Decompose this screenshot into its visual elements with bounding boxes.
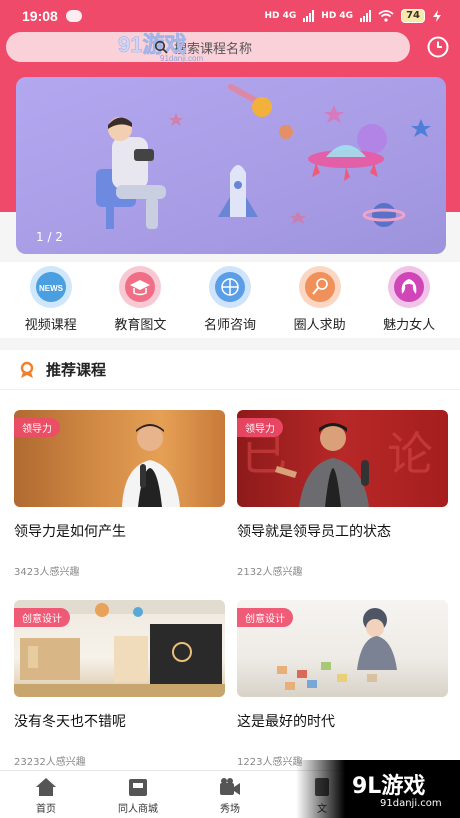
course-card[interactable]: 领导力 领导力是如何产生 3423人感兴趣 bbox=[14, 410, 225, 578]
wechat-notification-icon bbox=[65, 10, 82, 22]
search-input[interactable]: 91游戏 91danji.com 搜索课程名称 bbox=[6, 32, 410, 63]
wifi-icon bbox=[378, 10, 394, 22]
nav-item-circle-help[interactable]: 圈人求助 bbox=[279, 266, 361, 338]
nav-item-education-articles[interactable]: 教育图文 bbox=[99, 266, 181, 338]
card-interest-count: 2132人感兴趣 bbox=[237, 567, 303, 578]
course-thumbnail: 领导力 bbox=[14, 410, 225, 507]
search-icon bbox=[154, 40, 168, 54]
battery-indicator: 74 bbox=[401, 9, 425, 23]
microphone-icon bbox=[298, 266, 341, 308]
watermark-badge: 9L游戏 91danji.com bbox=[296, 760, 460, 818]
medal-icon bbox=[20, 361, 34, 378]
category-nav: NEWS 视频课程 教育图文 名师咨询 圈人求助 魅力女人 bbox=[0, 262, 460, 338]
watermark-badge-site: 91danji.com bbox=[380, 798, 442, 809]
card-tag: 领导力 bbox=[237, 418, 283, 437]
status-bar: 19:08 HD 4G HD 4G 74 bbox=[0, 0, 460, 32]
card-interest-count: 3423人感兴趣 bbox=[14, 567, 80, 578]
watermark-badge-brand: 9L游戏 bbox=[352, 774, 426, 799]
nav-item-charming-women[interactable]: 魅力女人 bbox=[368, 266, 450, 338]
course-card[interactable]: 创意设计 这是最好的时代 1223人感兴趣 bbox=[237, 600, 448, 768]
woman-icon bbox=[388, 266, 431, 308]
charging-icon bbox=[433, 10, 441, 22]
course-thumbnail: 已论 领导力 bbox=[237, 410, 448, 507]
svg-text:NEWS: NEWS bbox=[39, 284, 64, 293]
nav-label: 名师咨询 bbox=[203, 318, 256, 333]
card-title: 没有冬天也不错呢 bbox=[14, 714, 126, 730]
course-card[interactable]: 创意设计 没有冬天也不错呢 23232人感兴趣 bbox=[14, 600, 225, 768]
card-tag: 创意设计 bbox=[14, 608, 70, 627]
course-thumbnail: 创意设计 bbox=[237, 600, 448, 697]
tab-home[interactable]: 首页 bbox=[0, 771, 92, 818]
card-tag: 领导力 bbox=[14, 418, 60, 437]
banner-pager: 1 / 2 bbox=[36, 230, 63, 244]
status-time: 19:08 bbox=[22, 8, 58, 24]
nav-label: 教育图文 bbox=[114, 318, 167, 333]
nav-label: 视频课程 bbox=[24, 318, 77, 333]
basketball-icon bbox=[208, 266, 251, 308]
home-icon bbox=[36, 778, 56, 796]
nav-item-video-courses[interactable]: NEWS 视频课程 bbox=[10, 266, 92, 338]
svg-text:论: 论 bbox=[387, 427, 433, 481]
nav-label: 魅力女人 bbox=[383, 318, 436, 333]
card-tag: 创意设计 bbox=[237, 608, 293, 627]
search-row: 91游戏 91danji.com 搜索课程名称 bbox=[6, 32, 456, 63]
banner-illustration bbox=[96, 84, 431, 229]
card-interest-count: 23232人感兴趣 bbox=[14, 757, 86, 768]
tab-shop[interactable]: 同人商城 bbox=[92, 771, 184, 818]
shop-icon bbox=[129, 779, 147, 796]
news-icon: NEWS bbox=[29, 266, 72, 308]
nav-label: 圈人求助 bbox=[293, 318, 346, 333]
recommended-section: 推荐课程 领导力 领导力是如何产生 3423人感兴趣 已论 领导力 领导就是领导… bbox=[0, 350, 460, 770]
tab-label: 同人商城 bbox=[118, 804, 158, 815]
tab-showroom[interactable]: 秀场 bbox=[184, 771, 276, 818]
network-label-2: HD 4G bbox=[321, 11, 354, 21]
camera-icon bbox=[220, 778, 240, 795]
history-clock-icon[interactable] bbox=[426, 35, 450, 59]
card-title: 领导力是如何产生 bbox=[14, 524, 126, 540]
course-thumbnail: 创意设计 bbox=[14, 600, 225, 697]
section-header: 推荐课程 bbox=[0, 350, 460, 390]
card-title: 这是最好的时代 bbox=[237, 714, 335, 730]
nav-item-expert-consult[interactable]: 名师咨询 bbox=[189, 266, 271, 338]
watermark-logo: 91游戏 91danji.com bbox=[118, 32, 204, 63]
banner-carousel[interactable] bbox=[16, 77, 446, 254]
tab-label: 秀场 bbox=[220, 804, 240, 815]
svg-text:91danji.com: 91danji.com bbox=[160, 54, 203, 63]
section-title: 推荐课程 bbox=[46, 361, 107, 379]
graduation-cap-icon bbox=[119, 266, 162, 308]
signal-icon-2 bbox=[360, 10, 372, 22]
network-label-1: HD 4G bbox=[264, 11, 297, 21]
signal-icon bbox=[303, 10, 315, 22]
tab-label: 首页 bbox=[36, 804, 56, 815]
card-title: 领导就是领导员工的状态 bbox=[237, 524, 391, 540]
course-card[interactable]: 已论 领导力 领导就是领导员工的状态 2132人感兴趣 bbox=[237, 410, 448, 578]
